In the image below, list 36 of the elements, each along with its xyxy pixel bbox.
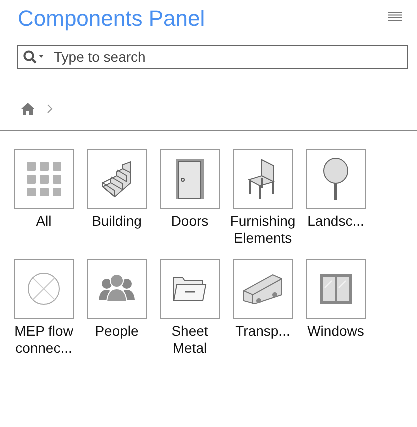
category-tile[interactable] xyxy=(233,259,293,319)
category-label: People xyxy=(94,323,140,340)
bus-icon xyxy=(243,273,283,305)
category-label: Landsc... xyxy=(306,213,366,230)
category-tile[interactable] xyxy=(87,259,147,319)
category-tile[interactable] xyxy=(14,259,74,319)
people-icon xyxy=(99,274,135,304)
home-icon[interactable] xyxy=(21,103,35,115)
category-tile[interactable] xyxy=(306,259,366,319)
category-label: Building xyxy=(91,213,143,230)
chevron-icon xyxy=(47,104,53,114)
category-tile[interactable] xyxy=(306,149,366,209)
stairs-icon xyxy=(101,159,133,199)
chair-icon xyxy=(248,158,278,200)
category-label: All xyxy=(35,213,53,230)
category-tile[interactable] xyxy=(87,149,147,209)
folder-icon xyxy=(173,276,207,302)
category-label: MEP flow connec... xyxy=(14,323,74,357)
search-icon[interactable] xyxy=(23,50,45,64)
category-tile[interactable] xyxy=(14,149,74,209)
door-icon xyxy=(175,158,205,200)
search-field[interactable]: Type to search xyxy=(17,45,408,69)
category-tile[interactable] xyxy=(160,149,220,209)
category-label: Windows xyxy=(306,323,366,340)
category-tile[interactable] xyxy=(160,259,220,319)
category-tile[interactable] xyxy=(233,149,293,209)
category-label: Doors xyxy=(170,213,210,230)
category-label: Furnishing Elements xyxy=(229,213,297,247)
category-label: Transp... xyxy=(234,323,292,340)
menu-icon[interactable] xyxy=(388,12,402,20)
window-icon xyxy=(320,274,352,304)
tree-icon xyxy=(323,158,349,200)
circle-cross-icon xyxy=(27,272,61,306)
grid-icon xyxy=(27,162,61,196)
category-label: Sheet Metal xyxy=(170,323,210,357)
panel-title: Components Panel xyxy=(18,6,206,32)
